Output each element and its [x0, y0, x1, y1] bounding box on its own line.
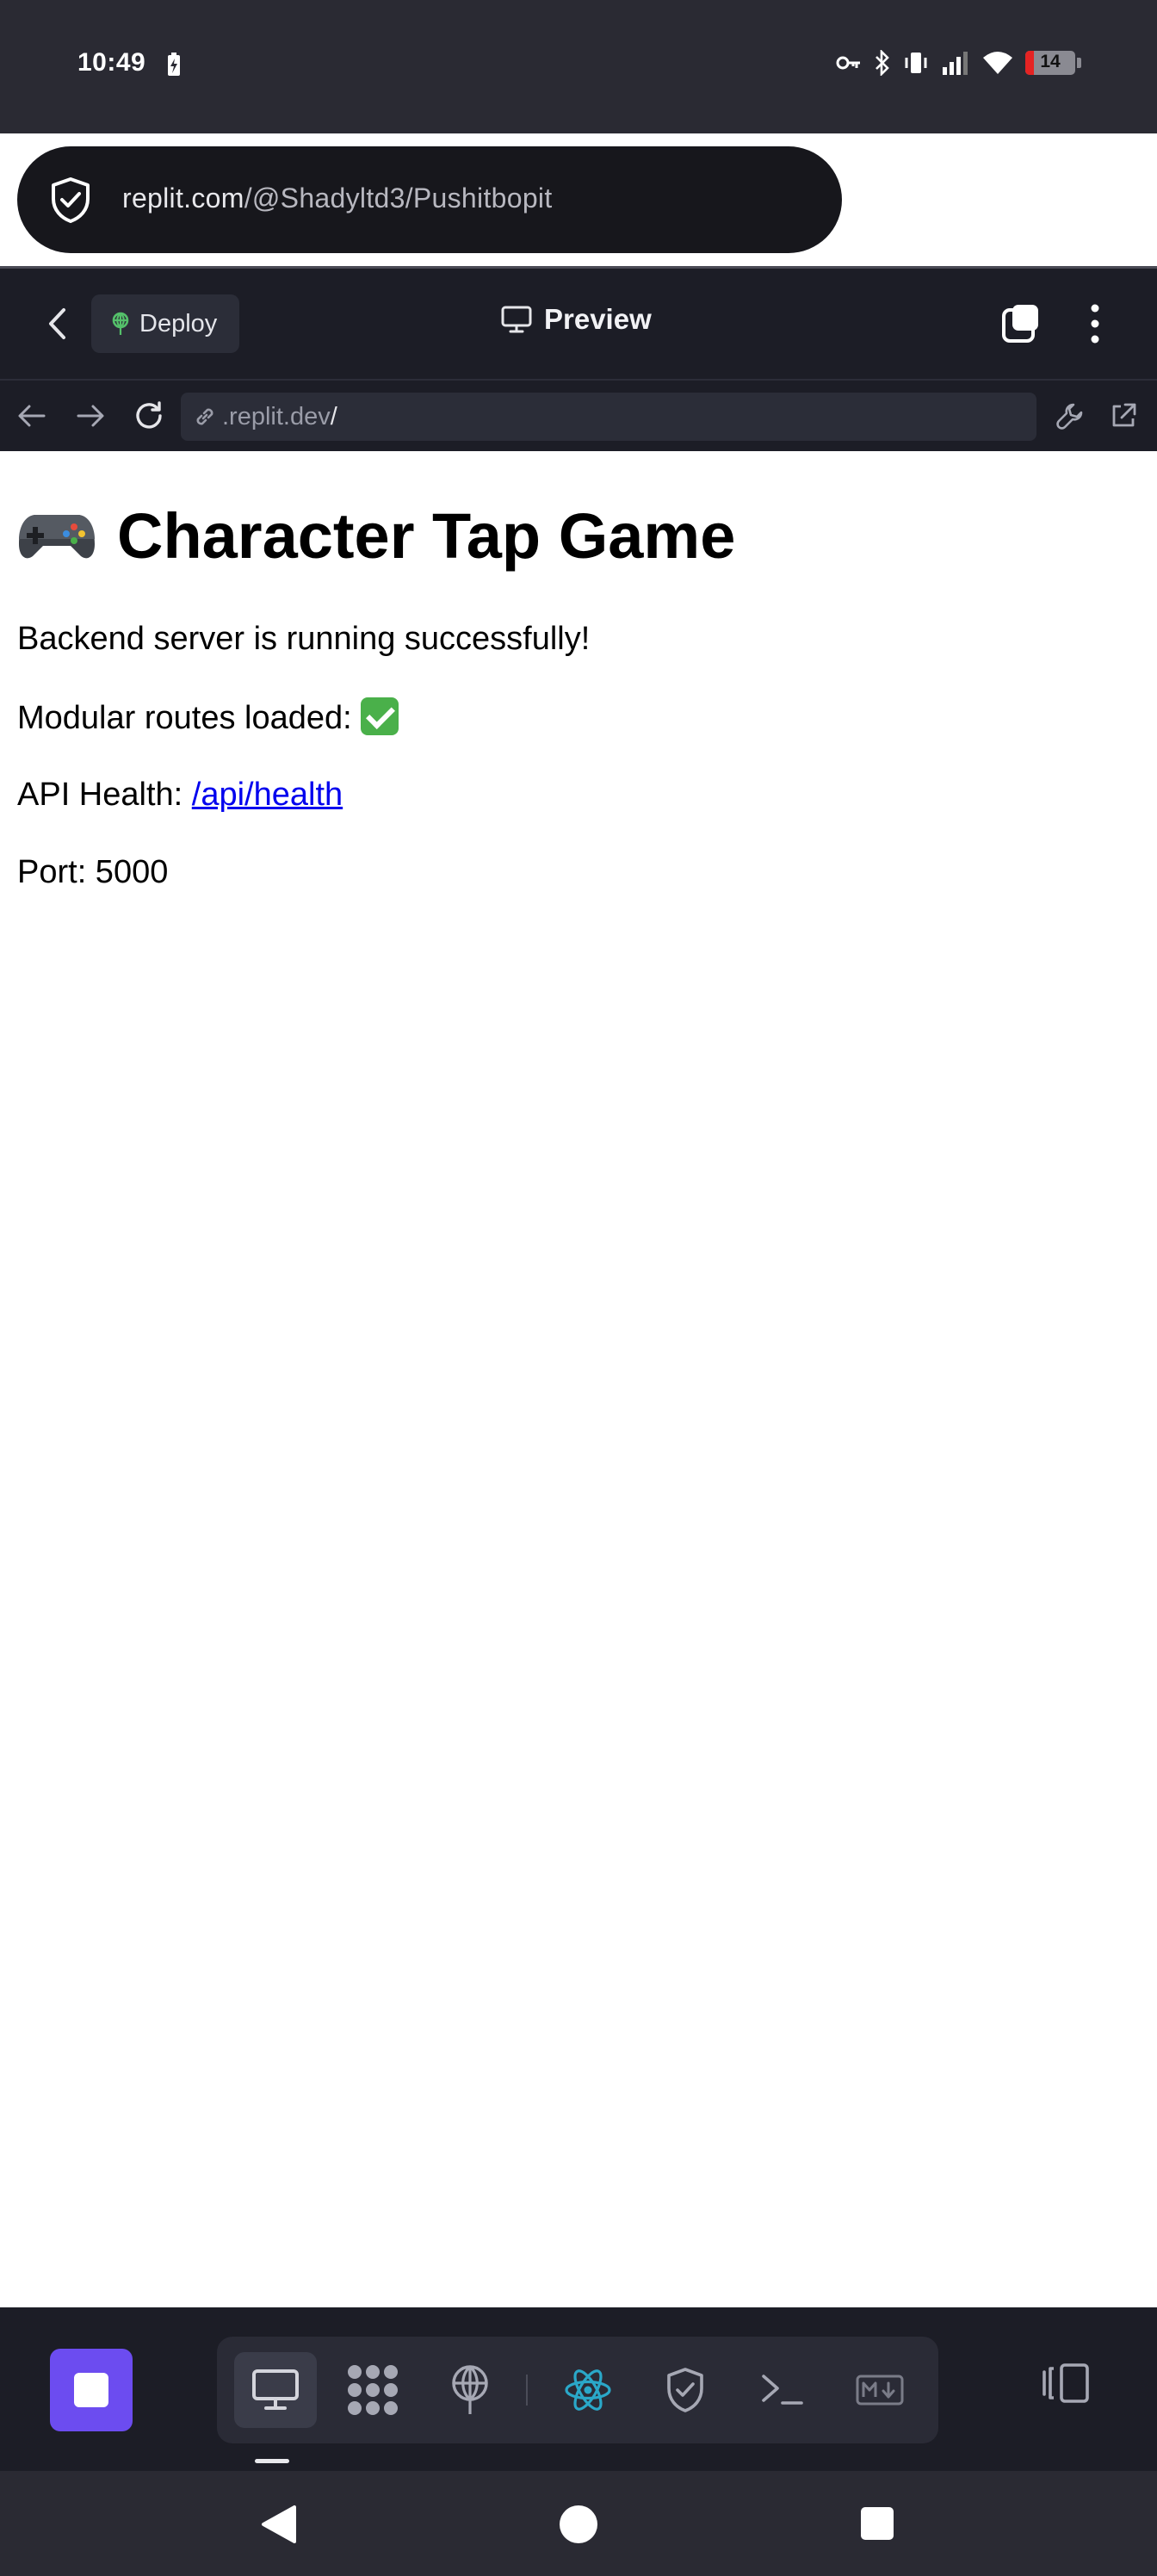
stop-button[interactable]	[50, 2349, 133, 2431]
tab-react[interactable]	[547, 2352, 629, 2428]
chevron-left-icon	[49, 308, 65, 339]
deploy-icon	[452, 2365, 488, 2414]
api-health-label: API Health:	[17, 777, 183, 814]
deploy-icon	[112, 312, 129, 335]
new-tab-button[interactable]	[858, 164, 931, 236]
preview-nav: .replit.dev/	[0, 379, 1157, 451]
preview-url-host: .replit.dev	[222, 402, 331, 430]
tab-markdown[interactable]	[838, 2352, 921, 2428]
tab-apps[interactable]	[331, 2352, 414, 2428]
api-health-link[interactable]: /api/health	[192, 777, 343, 813]
replit-menu-button[interactable]	[1069, 298, 1121, 350]
api-health-line: API Health: /api/health	[17, 776, 1140, 815]
layout-toggle-button[interactable]	[1033, 2350, 1098, 2416]
replit-bottom-toolbar	[0, 2307, 1157, 2471]
preview-url-field[interactable]: .replit.dev/	[181, 393, 1036, 441]
tab-shell[interactable]	[741, 2352, 824, 2428]
routes-status: Modular routes loaded:	[17, 697, 1140, 739]
react-icon	[565, 2369, 611, 2411]
android-nav-bar	[0, 2471, 1157, 2576]
preview-forward-button[interactable]	[71, 396, 110, 436]
check-mark-icon	[361, 697, 399, 735]
tabs-icon: 1	[977, 183, 1020, 216]
battery-charging-icon	[168, 53, 180, 76]
status-bar: 10:49 14	[0, 0, 1157, 133]
deploy-button[interactable]: Deploy	[91, 294, 239, 353]
preview-page: Character Tap Game Backend server is run…	[0, 451, 1157, 2307]
browser-menu-button[interactable]	[1069, 164, 1142, 236]
signal-icon	[943, 52, 968, 75]
preview-monitor-icon	[252, 2369, 299, 2410]
browser-url[interactable]: replit.com/@Shadyltd3/Pushitbopit	[122, 183, 553, 214]
port-text: Port: 5000	[17, 853, 169, 890]
toolbar-separator	[526, 2375, 528, 2406]
new-tab-icon	[1002, 305, 1038, 343]
apps-grid-icon	[348, 2365, 398, 2415]
link-icon	[196, 408, 213, 425]
browser-url-bar[interactable]: replit.com/@Shadyltd3/Pushitbopit	[17, 146, 842, 253]
tabs-button[interactable]: 1	[962, 164, 1035, 236]
terminal-icon	[762, 2375, 803, 2405]
active-tab-indicator	[255, 2459, 289, 2463]
bluetooth-icon	[875, 50, 889, 76]
vibrate-icon	[905, 53, 927, 73]
url-host: replit.com	[122, 183, 244, 214]
external-link-icon	[1112, 403, 1136, 427]
arrow-left-icon	[18, 405, 46, 427]
page-title: Character Tap Game	[17, 505, 1140, 568]
preview-url-slash: /	[330, 402, 337, 430]
shield-check-icon[interactable]	[48, 176, 93, 224]
deploy-label: Deploy	[139, 309, 218, 337]
devtools-button[interactable]	[1050, 396, 1090, 436]
status-icons: 14	[836, 50, 1081, 76]
markdown-icon	[856, 2375, 904, 2406]
open-in-new-tab-button[interactable]	[995, 298, 1047, 350]
monitor-icon	[501, 306, 532, 333]
open-external-button[interactable]	[1104, 396, 1143, 436]
recents-square-icon[interactable]	[861, 2507, 894, 2540]
battery-tip	[1077, 58, 1081, 68]
stop-icon	[74, 2373, 108, 2407]
replit-header: Deploy Preview	[0, 269, 1157, 379]
routes-status-text: Modular routes loaded:	[17, 699, 352, 736]
gamepad-icon	[19, 515, 95, 559]
wrench-icon	[1056, 403, 1083, 430]
more-vertical-icon	[1101, 180, 1110, 220]
preview-title: Preview	[501, 303, 652, 336]
more-vertical-icon	[1091, 304, 1099, 344]
refresh-icon	[136, 401, 162, 429]
plus-icon	[875, 180, 914, 220]
wifi-icon	[983, 52, 1012, 74]
split-layout-icon	[1043, 2363, 1089, 2403]
preview-label: Preview	[544, 303, 652, 335]
arrow-right-icon	[77, 405, 104, 427]
back-triangle-icon[interactable]	[258, 2504, 298, 2545]
back-button[interactable]	[38, 303, 76, 344]
status-time: 10:49	[77, 48, 146, 77]
security-shield-icon	[667, 2368, 703, 2412]
home-circle-icon[interactable]	[560, 2505, 597, 2543]
battery-level: 14	[1040, 52, 1061, 71]
tab-preview[interactable]	[234, 2352, 317, 2428]
server-status-text: Backend server is running successfully!	[17, 621, 591, 657]
vpn-key-icon	[836, 56, 860, 70]
preview-refresh-button[interactable]	[129, 396, 169, 436]
battery-icon: 14	[1025, 51, 1075, 75]
tool-tabs	[217, 2337, 938, 2443]
page-title-text: Character Tap Game	[117, 500, 736, 572]
url-path: /@Shadyltd3/Pushitbopit	[244, 183, 553, 214]
tab-deployments[interactable]	[429, 2352, 511, 2428]
preview-back-button[interactable]	[12, 396, 52, 436]
tab-security[interactable]	[644, 2352, 727, 2428]
